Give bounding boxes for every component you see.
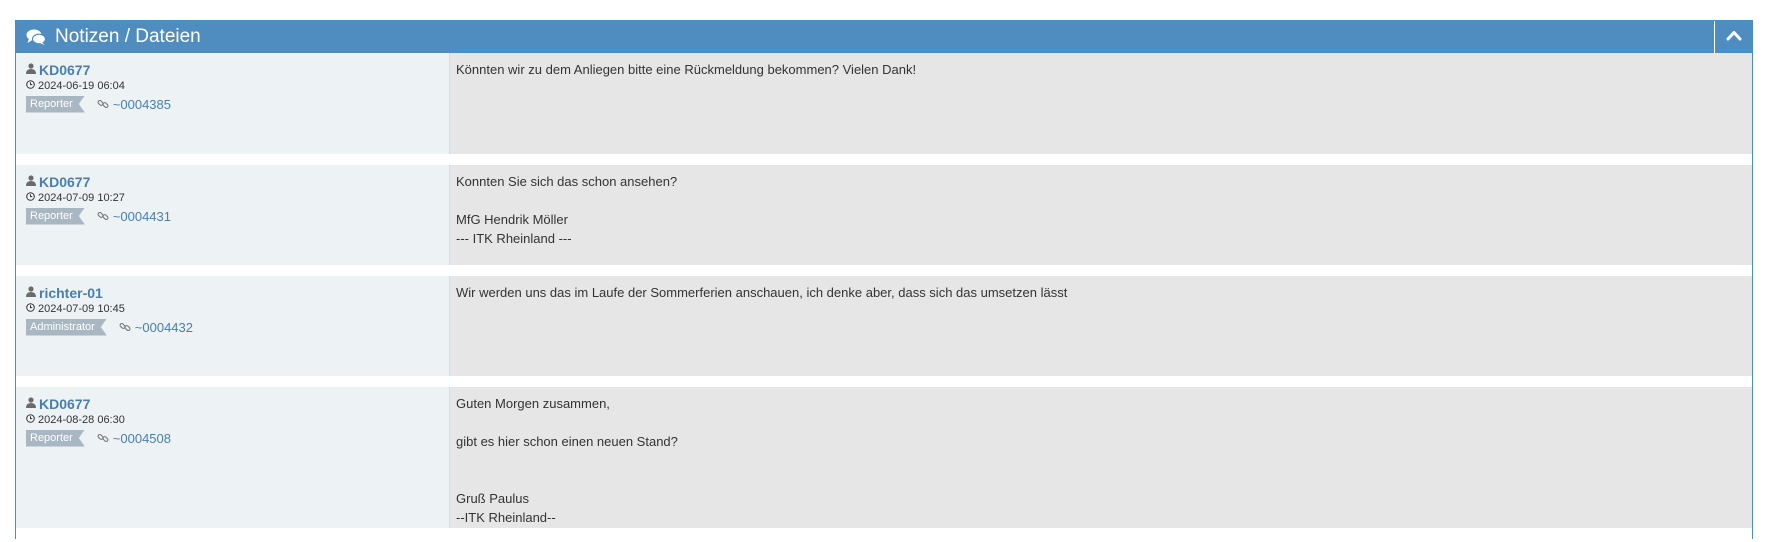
note-text: Guten Morgen zusammen, gibt es hier scho… [450, 387, 1752, 528]
note-meta: KD0677 2024-07-09 10:27 Reporter ~000443… [16, 165, 450, 265]
note-text-line [456, 413, 1746, 432]
note-meta: richter-01 2024-07-09 10:45 Administrato… [16, 276, 450, 376]
note-separator [16, 154, 1752, 165]
note-text: Könnten wir zu dem Anliegen bitte eine R… [450, 53, 1752, 154]
role-badge: Reporter [26, 208, 85, 225]
author-line: KD0677 [26, 61, 449, 78]
note-text-line: Guten Morgen zusammen, [456, 396, 610, 411]
note-text-line: gibt es hier schon einen neuen Stand? [456, 434, 678, 449]
badge-line: Reporter ~0004385 [26, 95, 449, 113]
link-icon [97, 210, 109, 222]
note-separator [16, 376, 1752, 387]
note-row: KD0677 2024-08-28 06:30 Reporter ~000450… [16, 387, 1752, 528]
note-text: Konnten Sie sich das schon ansehen? MfG … [450, 165, 1752, 265]
widget-header: Notizen / Dateien [16, 21, 1752, 53]
notes-widget: Notizen / Dateien KD0677 2024-06-19 06:0… [15, 20, 1753, 539]
link-icon [97, 432, 109, 444]
note-date: 2024-06-19 06:04 [38, 80, 125, 92]
author-line: KD0677 [26, 395, 449, 412]
note-permalink[interactable]: ~0004432 [135, 320, 193, 335]
role-badge: Reporter [26, 96, 85, 113]
user-icon [26, 284, 36, 302]
note-separator [16, 528, 1752, 539]
note-author-link[interactable]: richter-01 [39, 285, 103, 301]
clock-icon [26, 303, 35, 315]
note-text-line [456, 451, 1746, 470]
note-text-line: Könnten wir zu dem Anliegen bitte eine R… [456, 62, 917, 77]
clock-icon [26, 80, 35, 92]
note-permalink[interactable]: ~0004508 [113, 431, 171, 446]
note-text-line: --- ITK Rheinland --- [456, 231, 572, 246]
note-text-line: Gruß Paulus [456, 491, 529, 506]
note-author-link[interactable]: KD0677 [39, 62, 90, 78]
note-author-link[interactable]: KD0677 [39, 174, 90, 190]
note-meta: KD0677 2024-08-28 06:30 Reporter ~000450… [16, 387, 450, 528]
author-line: KD0677 [26, 173, 449, 190]
author-line: richter-01 [26, 284, 449, 301]
note-author-link[interactable]: KD0677 [39, 396, 90, 412]
note-row: richter-01 2024-07-09 10:45 Administrato… [16, 276, 1752, 376]
role-badge: Administrator [26, 319, 107, 336]
note-permalink[interactable]: ~0004431 [113, 209, 171, 224]
note-text-line: Konnten Sie sich das schon ansehen? [456, 174, 678, 189]
note-separator [16, 265, 1752, 276]
note-permalink[interactable]: ~0004385 [113, 97, 171, 112]
user-icon [26, 173, 36, 191]
date-line: 2024-07-09 10:45 [26, 301, 449, 317]
date-line: 2024-07-09 10:27 [26, 190, 449, 206]
comments-icon [26, 28, 47, 46]
note-row: KD0677 2024-06-19 06:04 Reporter ~000438… [16, 53, 1752, 154]
note-date: 2024-08-28 06:30 [38, 414, 125, 426]
note-date: 2024-07-09 10:45 [38, 303, 125, 315]
widget-title-container: Notizen / Dateien [16, 26, 201, 48]
note-row: KD0677 2024-07-09 10:27 Reporter ~000443… [16, 165, 1752, 265]
note-meta: KD0677 2024-06-19 06:04 Reporter ~000438… [16, 53, 450, 154]
note-text-line [456, 191, 1746, 210]
note-text-line: --ITK Rheinland-- [456, 510, 556, 525]
link-icon [119, 321, 131, 333]
note-text: Wir werden uns das im Laufe der Sommerfe… [450, 276, 1752, 376]
user-icon [26, 395, 36, 413]
note-date: 2024-07-09 10:27 [38, 192, 125, 204]
link-icon [97, 98, 109, 110]
badge-line: Administrator ~0004432 [26, 318, 449, 336]
date-line: 2024-06-19 06:04 [26, 78, 449, 94]
clock-icon [26, 414, 35, 426]
user-icon [26, 61, 36, 79]
collapse-button[interactable] [1714, 21, 1752, 53]
clock-icon [26, 192, 35, 204]
badge-line: Reporter ~0004508 [26, 429, 449, 447]
date-line: 2024-08-28 06:30 [26, 412, 449, 428]
note-text-line: Wir werden uns das im Laufe der Sommerfe… [456, 285, 1068, 300]
chevron-up-icon [1726, 28, 1742, 46]
note-text-line [456, 470, 1746, 489]
note-text-line: MfG Hendrik Möller [456, 212, 568, 227]
badge-line: Reporter ~0004431 [26, 207, 449, 225]
widget-title: Notizen / Dateien [55, 26, 201, 47]
role-badge: Reporter [26, 430, 85, 447]
